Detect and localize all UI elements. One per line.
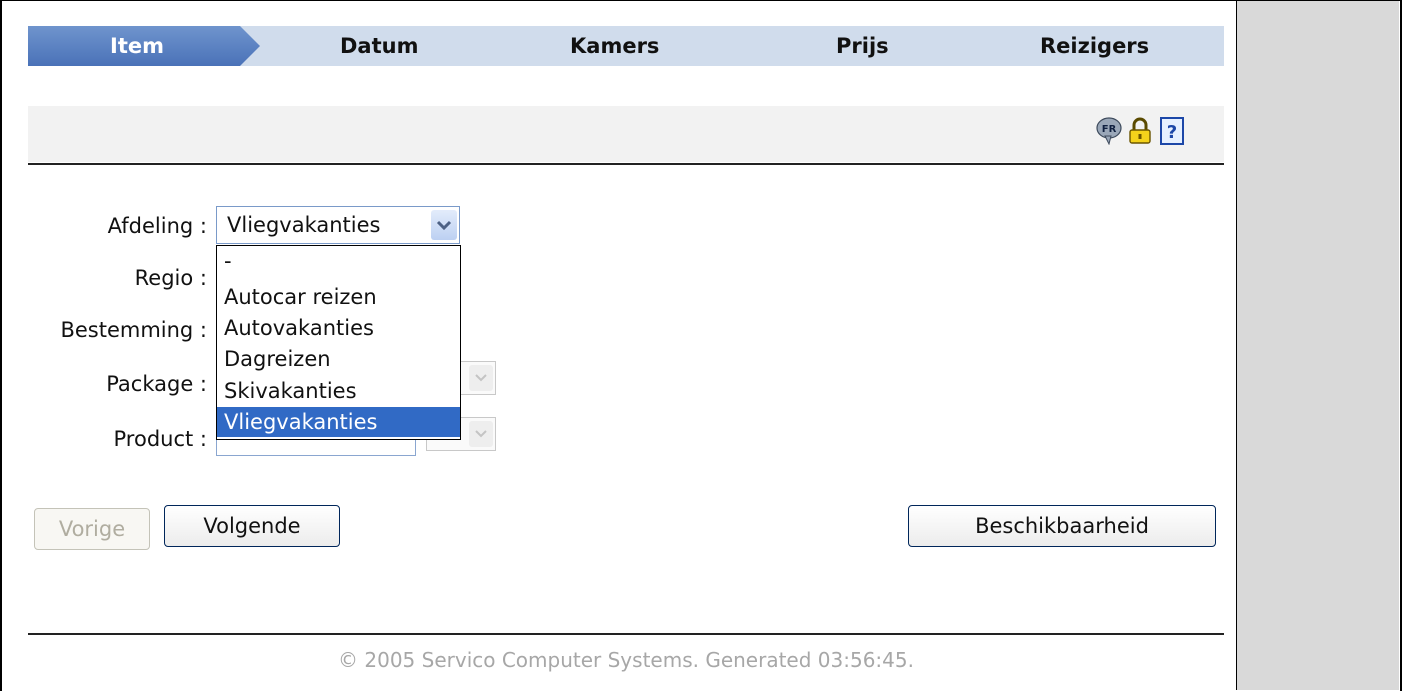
chevron-down-icon[interactable] [431, 210, 457, 240]
previous-button[interactable]: Vorige [34, 508, 150, 550]
wizard-steps: Item Datum Kamers Prijs Reizigers [28, 26, 1224, 66]
step-item[interactable]: Item [110, 26, 164, 66]
package-label: Package : [106, 372, 207, 396]
lock-icon[interactable] [1128, 117, 1152, 149]
afdeling-label: Afdeling : [107, 214, 207, 238]
step-kamers[interactable]: Kamers [570, 26, 659, 66]
footer-copyright: © 2005 Servico Computer Systems. Generat… [338, 648, 914, 672]
toolbar-divider [28, 163, 1224, 165]
help-icon[interactable]: ? [1160, 117, 1184, 149]
svg-text:FR: FR [1102, 124, 1117, 135]
right-panel [1236, 1, 1399, 690]
dropdown-option[interactable]: Autovakanties [217, 313, 460, 343]
product-label: Product : [113, 427, 208, 451]
next-button[interactable]: Volgende [164, 505, 340, 547]
dropdown-option[interactable]: - [217, 246, 460, 276]
dropdown-option-selected[interactable]: Vliegvakanties [217, 407, 460, 437]
availability-button[interactable]: Beschikbaarheid [908, 505, 1216, 547]
chevron-down-icon [469, 365, 493, 391]
dropdown-option[interactable]: Skivakanties [217, 376, 460, 406]
afdeling-dropdown-list: - Autocar reizen Autovakanties Dagreizen… [216, 245, 461, 440]
chevron-down-icon [469, 421, 493, 447]
footer-divider [28, 633, 1224, 635]
bestemming-label: Bestemming : [60, 318, 207, 342]
page-frame [0, 0, 1402, 691]
step-datum[interactable]: Datum [340, 26, 418, 66]
toolbar [28, 106, 1224, 162]
dropdown-option[interactable]: Dagreizen [217, 344, 460, 374]
step-reizigers[interactable]: Reizigers [1040, 26, 1149, 66]
afdeling-select-value: Vliegvakanties [227, 213, 381, 237]
language-fr-icon[interactable]: FR [1096, 117, 1122, 149]
dropdown-option[interactable]: Autocar reizen [217, 282, 460, 312]
step-prijs[interactable]: Prijs [836, 26, 889, 66]
svg-text:?: ? [1167, 122, 1177, 143]
regio-label: Regio : [134, 266, 207, 290]
afdeling-select[interactable]: Vliegvakanties [216, 206, 460, 244]
